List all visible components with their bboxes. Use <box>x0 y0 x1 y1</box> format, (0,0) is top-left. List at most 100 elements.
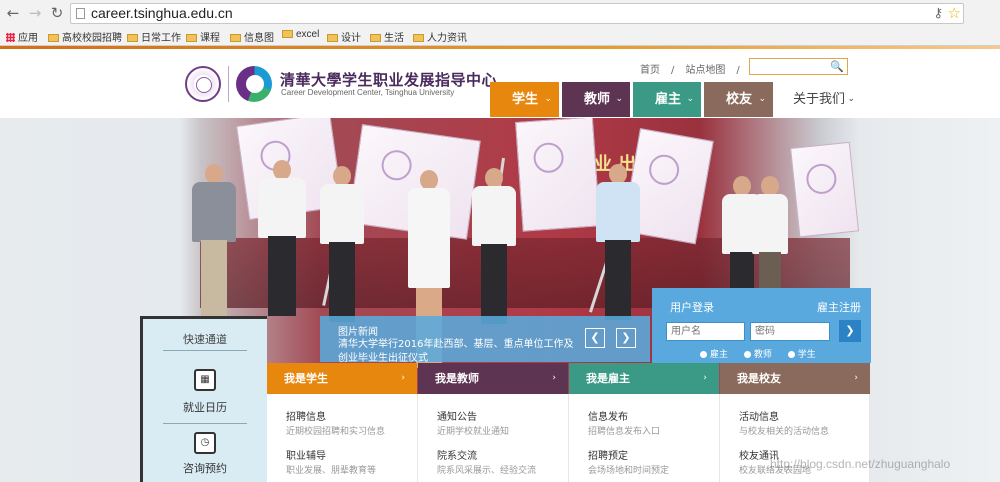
folder-icon <box>282 30 293 38</box>
bookmark-item[interactable]: 信息图 <box>230 29 274 44</box>
login-submit-button[interactable]: ❯ <box>839 320 861 342</box>
folder-icon <box>370 34 381 42</box>
address-bar[interactable]: career.tsinghua.edu.cn ⚷ ☆ <box>70 3 964 24</box>
url-text: career.tsinghua.edu.cn <box>91 5 233 21</box>
site-title-cn: 清華大學学生职业发展指导中心 <box>280 71 498 89</box>
reload-icon[interactable]: ↻ <box>48 4 66 22</box>
watermark-text: http://blog.csdn.net/zhuguanghalo <box>770 457 951 471</box>
login-panel: 用户登录 雇主注册 ❯ 雇主 教师 学生 <box>652 288 871 363</box>
banner-flag <box>790 141 860 238</box>
chevron-right-icon: › <box>401 373 405 383</box>
employment-calendar-link[interactable]: 就业日历 <box>143 399 267 415</box>
radio-circle-icon <box>743 351 751 358</box>
sitemap-link[interactable]: 站点地图 <box>685 65 725 76</box>
prev-slide-button[interactable]: ❮ <box>585 328 605 348</box>
panel-item[interactable]: 通知公告 近期学校就业通知 <box>437 408 509 437</box>
career-center-logo[interactable] <box>236 66 272 102</box>
panel-item[interactable]: 招聘信息 近期校园招聘和实习信息 <box>286 408 385 437</box>
chevron-right-icon: › <box>552 373 556 383</box>
top-links: 首页 / 站点地图 / <box>640 61 751 76</box>
page-icon <box>76 8 85 19</box>
tsinghua-seal-logo[interactable] <box>185 66 221 102</box>
password-input[interactable] <box>750 322 830 341</box>
panel-alumni-header[interactable]: 我是校友 › <box>720 363 870 394</box>
panel-teacher-body: 通知公告 近期学校就业通知 院系交流 院系风采展示、经验交流 <box>418 394 569 482</box>
role-radio-student[interactable]: 学生 <box>787 350 816 360</box>
chevron-down-icon: ⌄ <box>544 94 552 104</box>
bookmark-apps[interactable]: 应用 <box>6 29 38 44</box>
nav-about[interactable]: 关于我们 ⌄ <box>771 82 861 117</box>
nav-employer[interactable]: 雇主 ⌄ <box>633 82 701 117</box>
bookmark-item[interactable]: 高校校园招聘 <box>48 29 122 44</box>
bookmark-star-icon[interactable]: ☆ <box>948 4 961 22</box>
site-title-en: Career Development Center, Tsinghua Univ… <box>281 88 455 97</box>
search-icon[interactable]: 🔍 <box>830 60 844 73</box>
bookmark-item[interactable]: 人力资讯 <box>413 29 467 44</box>
panel-item[interactable]: 院系交流 院系风采展示、经验交流 <box>437 447 536 476</box>
photo-news-text[interactable]: 清华大学举行2016年赴西部、基层、重点单位工作及创业毕业生出征仪式 <box>338 338 583 366</box>
bookmark-item[interactable]: 课程 <box>186 29 220 44</box>
login-title: 用户登录 <box>670 301 714 314</box>
panel-teacher-header[interactable]: 我是教师 › <box>418 363 568 394</box>
separator: / <box>671 65 675 76</box>
panel-employer-body: 信息发布 招聘信息发布入口 招聘预定 会场场地和时间预定 <box>569 394 720 482</box>
panel-item[interactable]: 活动信息 与校友相关的活动信息 <box>739 408 829 437</box>
chevron-down-icon: ⌄ <box>847 94 855 104</box>
browser-chrome: ← → ↻ career.tsinghua.edu.cn ⚷ ☆ 应用 高校校园… <box>0 0 1000 46</box>
employer-register-link[interactable]: 雇主注册 <box>817 299 861 315</box>
nav-student[interactable]: 学生 ⌄ <box>490 82 559 117</box>
panel-employer-header[interactable]: 我是雇主 › <box>569 363 719 394</box>
chevron-right-icon: › <box>703 373 707 383</box>
quick-links-title: 快速通道 <box>183 333 227 346</box>
next-slide-button[interactable]: ❯ <box>616 328 636 348</box>
folder-icon <box>327 34 338 42</box>
back-icon[interactable]: ← <box>4 4 22 22</box>
calendar-icon[interactable]: ▦ <box>194 369 216 391</box>
panel-item[interactable]: 职业辅导 职业发展、朋辈教育等 <box>286 447 376 476</box>
nav-teacher[interactable]: 教师 ⌄ <box>562 82 630 117</box>
photo-news-label: 图片新闻 <box>338 327 378 338</box>
divider <box>163 350 247 351</box>
apps-icon <box>6 33 15 42</box>
chevron-down-icon: ⌄ <box>686 94 694 104</box>
folder-icon <box>127 34 138 42</box>
panel-item[interactable]: 信息发布 招聘信息发布入口 <box>588 408 660 437</box>
key-icon[interactable]: ⚷ <box>933 6 943 21</box>
logo-divider <box>228 66 229 102</box>
bookmark-item[interactable]: 生活 <box>370 29 404 44</box>
panel-item[interactable]: 招聘预定 会场场地和时间预定 <box>588 447 669 476</box>
bookmark-item[interactable]: excel <box>282 29 319 40</box>
separator: / <box>736 65 740 76</box>
folder-icon <box>48 34 59 42</box>
role-radio-group: 雇主 教师 学生 <box>700 347 829 360</box>
bookmark-item[interactable]: 设计 <box>327 29 361 44</box>
radio-circle-icon <box>787 351 795 358</box>
site-search-input[interactable]: 🔍 <box>749 58 848 75</box>
person-figure <box>192 164 236 324</box>
chevron-down-icon: ⌄ <box>758 94 766 104</box>
person-figure <box>408 170 450 368</box>
home-link[interactable]: 首页 <box>640 65 660 76</box>
quick-links-panel: 快速通道 ▦ 就业日历 ◷ 咨询预约 <box>140 316 267 482</box>
person-figure <box>258 160 306 320</box>
folder-icon <box>413 34 424 42</box>
hero-banner[interactable]: 作及创业 出征仪式 图片新闻 清华大学举行2016年赴西部、基层、重点单位工作及… <box>0 118 1000 482</box>
panel-student-body: 招聘信息 近期校园招聘和实习信息 职业辅导 职业发展、朋辈教育等 <box>267 394 418 482</box>
role-radio-teacher[interactable]: 教师 <box>743 350 772 360</box>
role-radio-employer[interactable]: 雇主 <box>700 350 728 360</box>
nav-alumni[interactable]: 校友 ⌄ <box>704 82 773 117</box>
folder-icon <box>230 34 241 42</box>
person-figure <box>472 168 516 328</box>
chevron-down-icon: ⌄ <box>615 94 623 104</box>
consult-booking-link[interactable]: 咨询预约 <box>143 460 267 476</box>
username-input[interactable] <box>666 322 745 341</box>
bookmarks-bar: 应用 高校校园招聘 日常工作 课程 信息图 excel 设计 生活 人力资讯 <box>0 27 1000 45</box>
clock-icon[interactable]: ◷ <box>194 432 216 454</box>
person-figure <box>320 166 364 326</box>
bookmark-item[interactable]: 日常工作 <box>127 29 181 44</box>
radio-circle-icon <box>700 351 707 358</box>
panel-student-header[interactable]: 我是学生 › <box>267 363 417 394</box>
folder-icon <box>186 34 197 42</box>
forward-icon[interactable]: → <box>26 4 44 22</box>
person-figure <box>596 164 640 324</box>
